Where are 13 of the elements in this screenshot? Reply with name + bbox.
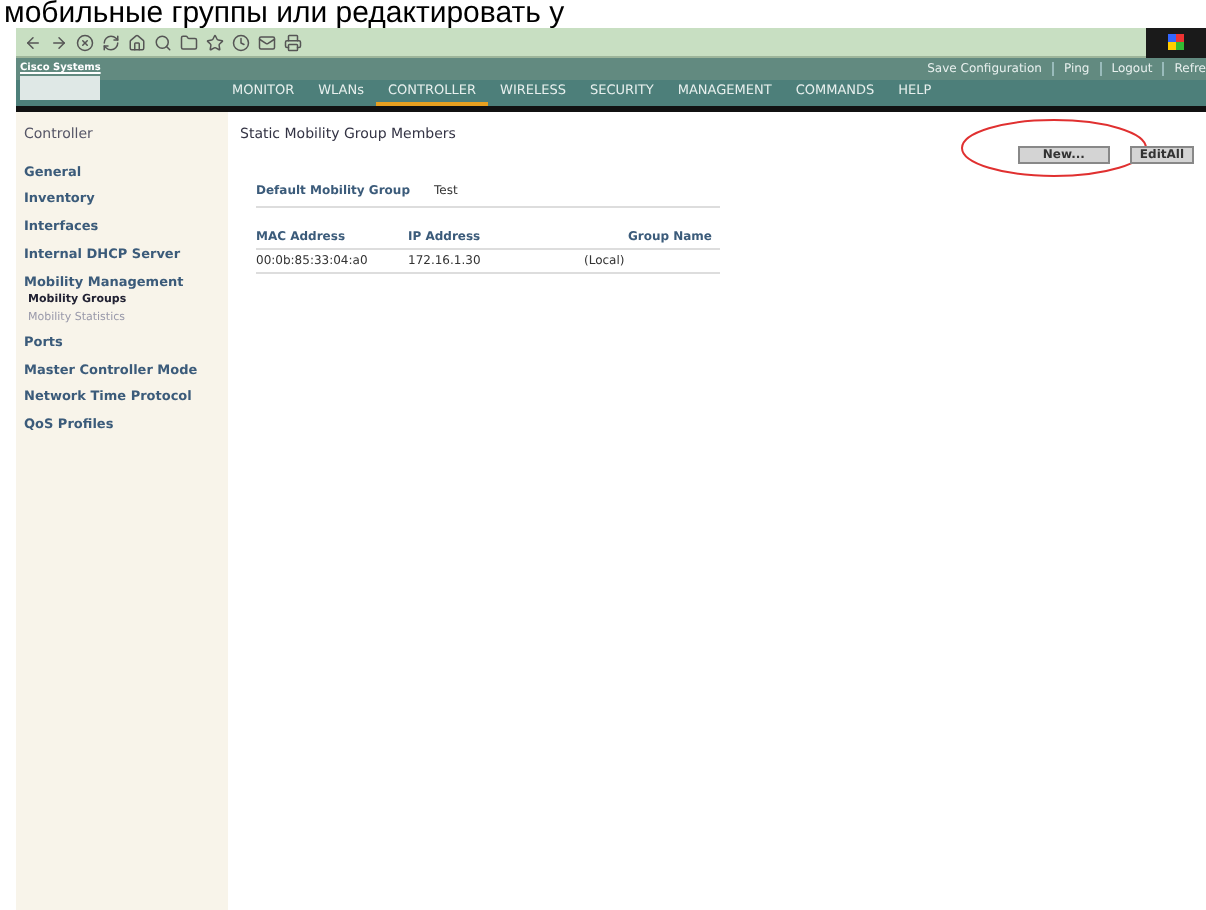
refresh-icon[interactable]: [102, 33, 120, 51]
mail-icon[interactable]: [258, 33, 276, 51]
star-icon[interactable]: [206, 33, 224, 51]
caption: мобильные группы или редактировать у: [2, 0, 567, 28]
forward-icon[interactable]: [50, 33, 68, 51]
windows-logo-icon: [1146, 27, 1206, 57]
printer-icon[interactable]: [284, 33, 302, 51]
search-icon[interactable]: [154, 33, 172, 51]
back-icon[interactable]: [24, 33, 42, 51]
folder-icon[interactable]: [180, 33, 198, 51]
stop-icon[interactable]: [76, 33, 94, 51]
home-icon[interactable]: [128, 33, 146, 51]
clock-icon[interactable]: [232, 33, 250, 51]
